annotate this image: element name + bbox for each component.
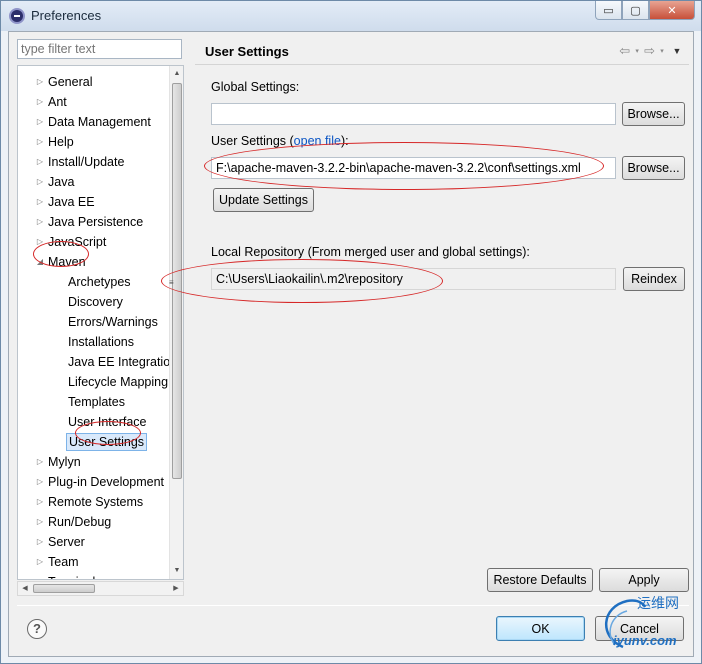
maximize-button[interactable]: ▢ — [622, 1, 649, 20]
tree-item-label: Terminal — [48, 572, 95, 579]
expand-arrow-icon[interactable]: ▷ — [34, 112, 46, 132]
view-menu-icon[interactable]: ▼ — [669, 46, 685, 56]
preference-tree: ▷ General ▷ Ant ▷ Data Management ▷ Help ▷ Instal… — [17, 65, 184, 580]
expand-arrow-icon[interactable]: ▷ — [34, 552, 46, 572]
expand-arrow-icon[interactable]: ▷ — [34, 472, 46, 492]
tree-item-label: Installations — [68, 335, 135, 349]
title-bar[interactable]: Preferences ▭ ▢ ✕ — [1, 1, 701, 31]
collapse-arrow-icon[interactable]: ◢ — [34, 252, 46, 272]
tree-items: ▷ General ▷ Ant ▷ Data Management ▷ Help ▷ Instal… — [18, 66, 169, 579]
scroll-right-icon[interactable]: ▶ — [169, 582, 183, 595]
forward-dropdown-icon[interactable]: ▾ — [657, 47, 667, 55]
scroll-left-icon[interactable]: ◀ — [18, 582, 32, 595]
tree-item-label: Data Management — [48, 115, 151, 129]
scroll-down-icon[interactable]: ▼ — [170, 563, 183, 579]
expand-arrow-icon[interactable]: ▷ — [34, 192, 46, 212]
minimize-button[interactable]: ▭ — [595, 1, 622, 20]
tree-item-label: Templates — [68, 395, 125, 409]
global-settings-label: Global Settings: — [211, 80, 300, 94]
tree-item-label: User Interface — [68, 415, 147, 429]
tree-item-label: Java — [48, 175, 75, 189]
filter-input[interactable] — [17, 39, 182, 59]
expand-arrow-icon[interactable]: ▷ — [34, 452, 46, 472]
preferences-window: Preferences ▭ ▢ ✕ ▷General▷Ant▷Data Mana… — [0, 0, 702, 664]
tree-item-label: Server — [48, 535, 85, 549]
tree-item-label: Help — [48, 135, 74, 149]
back-dropdown-icon[interactable]: ▾ — [632, 47, 642, 55]
tree-item-label: Lifecycle Mapping — [68, 375, 169, 389]
ok-button[interactable]: OK — [496, 616, 585, 641]
tree-item-label: Remote Systems — [48, 495, 144, 509]
forward-arrow-icon[interactable]: ⇨ — [644, 43, 655, 59]
expand-arrow-icon[interactable]: ▷ — [34, 492, 46, 512]
page-nav: ⇦ ▾ ⇨ ▾ ▼ — [619, 43, 685, 59]
tree-item-label: Discovery — [68, 295, 123, 309]
eclipse-app-icon — [9, 8, 25, 24]
tree-item-label: Plug-in Development — [48, 475, 165, 489]
local-repo-field: C:\Users\Liaokailin\.m2\repository — [211, 268, 616, 290]
tree-item-label: Mylyn — [48, 455, 81, 469]
user-browse-button[interactable]: Browse... — [622, 156, 685, 180]
expand-arrow-icon[interactable]: ▷ — [34, 512, 46, 532]
tree-item-label: Java EE Integration — [68, 355, 169, 369]
tree-item-label: Java Persistence — [48, 215, 144, 229]
expand-arrow-icon[interactable]: ▷ — [34, 232, 46, 252]
tree-item-label: Errors/Warnings — [68, 315, 158, 329]
expand-arrow-icon[interactable]: ▷ — [34, 132, 46, 152]
tree-vertical-scrollbar[interactable]: ▲ ▼ — [169, 66, 183, 579]
tree-item-label: Run/Debug — [48, 515, 112, 529]
scroll-up-icon[interactable]: ▲ — [170, 66, 183, 82]
tree-item-label: Team — [48, 555, 79, 569]
tree-item-label: Install/Update — [48, 155, 125, 169]
expand-arrow-icon[interactable]: ▷ — [34, 172, 46, 192]
user-settings-label: User Settings (open file): — [211, 134, 349, 148]
global-settings-field[interactable] — [211, 103, 616, 125]
user-settings-label-text: User Settings ( — [211, 134, 294, 148]
sash-grip-icon[interactable]: ≡ — [169, 278, 174, 287]
window-title: Preferences — [31, 8, 102, 23]
apply-button[interactable]: Apply — [599, 568, 689, 592]
open-file-link[interactable]: open file — [294, 134, 341, 148]
tree-item-label: Java EE — [48, 195, 95, 209]
tree-item-label: Archetypes — [68, 275, 131, 289]
expand-arrow-icon[interactable]: ▷ — [34, 212, 46, 232]
back-arrow-icon[interactable]: ⇦ — [619, 43, 630, 59]
reindex-button[interactable]: Reindex — [623, 267, 685, 291]
tree-horizontal-scrollbar[interactable]: ◀ ▶ — [17, 581, 184, 596]
local-repo-label: Local Repository (From merged user and g… — [211, 245, 530, 259]
window-controls: ▭ ▢ ✕ — [595, 1, 695, 21]
global-browse-button[interactable]: Browse... — [622, 102, 685, 126]
restore-defaults-button[interactable]: Restore Defaults — [487, 568, 593, 592]
tree-item-label: General — [48, 75, 93, 89]
user-settings-field[interactable]: F:\apache-maven-3.2.2-bin\apache-maven-3… — [211, 157, 616, 179]
h-scroll-thumb[interactable] — [33, 584, 95, 593]
tree-item-label: JavaScript — [48, 235, 107, 249]
tree-item-label: Ant — [48, 95, 67, 109]
page-header: User Settings ⇦ ▾ ⇨ ▾ ▼ — [195, 39, 689, 65]
expand-arrow-icon[interactable]: ▷ — [34, 72, 46, 92]
expand-arrow-icon[interactable]: ▷ — [34, 532, 46, 552]
tree-item-label: Maven — [48, 255, 86, 269]
expand-arrow-icon[interactable]: ▷ — [34, 92, 46, 112]
dialog-client-area: ▷General▷Ant▷Data Management▷Help▷Instal… — [8, 31, 694, 657]
expand-arrow-icon[interactable]: ▷ — [34, 152, 46, 172]
update-settings-button[interactable]: Update Settings — [213, 188, 314, 212]
help-icon[interactable]: ? — [27, 619, 47, 639]
user-settings-label-end: ): — [340, 134, 349, 148]
page-title: User Settings — [205, 44, 289, 59]
footer-separator — [17, 605, 689, 606]
close-button[interactable]: ✕ — [649, 1, 695, 20]
cancel-button[interactable]: Cancel — [595, 616, 684, 641]
tree-item-label: User Settings — [66, 433, 148, 451]
